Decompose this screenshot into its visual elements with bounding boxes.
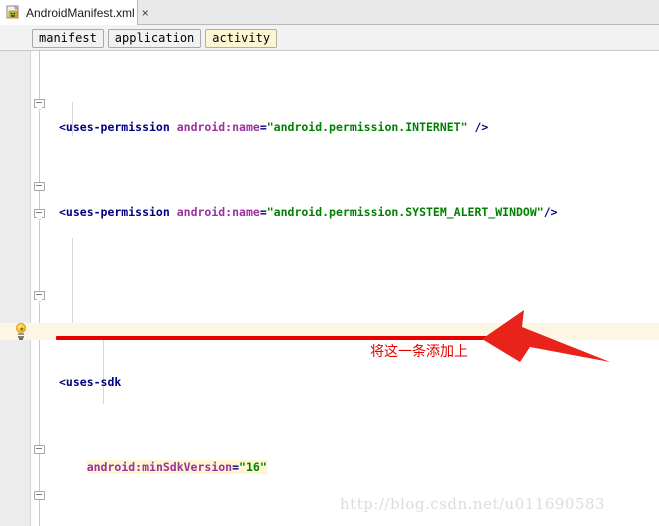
xml-value: "android.permission.INTERNET" <box>266 120 468 134</box>
fold-marker-collapsed[interactable] <box>34 182 46 194</box>
annotation-arrow-icon <box>478 305 613 367</box>
code-line: <uses-permission android:name="android.p… <box>59 120 489 134</box>
xml-tag: <uses-permission <box>59 205 170 219</box>
code-line: android:minSdkVersion="16" <box>86 460 267 474</box>
breadcrumb: manifest application activity <box>32 29 278 48</box>
xml-attribute: android:name <box>176 120 260 134</box>
annotation-note: 将这一条添加上 <box>370 344 468 360</box>
fold-marker-manifest-close[interactable] <box>34 491 46 503</box>
xml-selfclose: /> <box>543 205 558 219</box>
fold-marker-application[interactable] <box>34 209 46 221</box>
xml-selfclose: /> <box>474 120 489 134</box>
xml-tag: <uses-permission <box>59 120 170 134</box>
breadcrumb-item-manifest[interactable]: manifest <box>32 29 104 48</box>
breadcrumb-item-application[interactable]: application <box>107 29 202 48</box>
code-line: <uses-permission android:name="android.p… <box>59 205 558 219</box>
xml-attribute: android:name <box>176 205 260 219</box>
xml-value: "android.permission.SYSTEM_ALERT_WINDOW" <box>266 205 544 219</box>
xml-value: "16" <box>239 460 267 474</box>
fold-marker-activity[interactable] <box>34 291 46 303</box>
tab-label: AndroidManifest.xml <box>26 5 135 20</box>
fold-marker-uses-sdk[interactable] <box>34 99 46 111</box>
code-line: <uses-sdk <box>59 374 659 391</box>
breadcrumb-bar: manifest application activity <box>0 25 659 51</box>
watermark: http://blog.csdn.net/u011690583 <box>340 495 606 513</box>
breadcrumb-item-activity[interactable]: activity <box>205 29 278 48</box>
annotation-underline <box>56 336 524 340</box>
editor-tab-bar: AndroidManifest.xml × <box>0 0 659 25</box>
lightbulb-icon[interactable]: ★ <box>14 323 28 340</box>
fold-marker-application-close[interactable] <box>34 445 46 457</box>
xml-tag: <uses-sdk <box>59 375 122 389</box>
editor-gutter[interactable] <box>0 51 31 526</box>
code-editor[interactable]: ★ <uses-permission android:name="android… <box>0 51 659 526</box>
xml-attribute: android:minSdkVersion <box>86 460 233 474</box>
android-xml-file-icon <box>6 5 21 20</box>
code-content[interactable]: <uses-permission android:name="android.p… <box>47 51 659 526</box>
tab-androidmanifest-xml[interactable]: AndroidManifest.xml × <box>0 0 149 25</box>
close-icon[interactable]: × <box>142 7 149 19</box>
